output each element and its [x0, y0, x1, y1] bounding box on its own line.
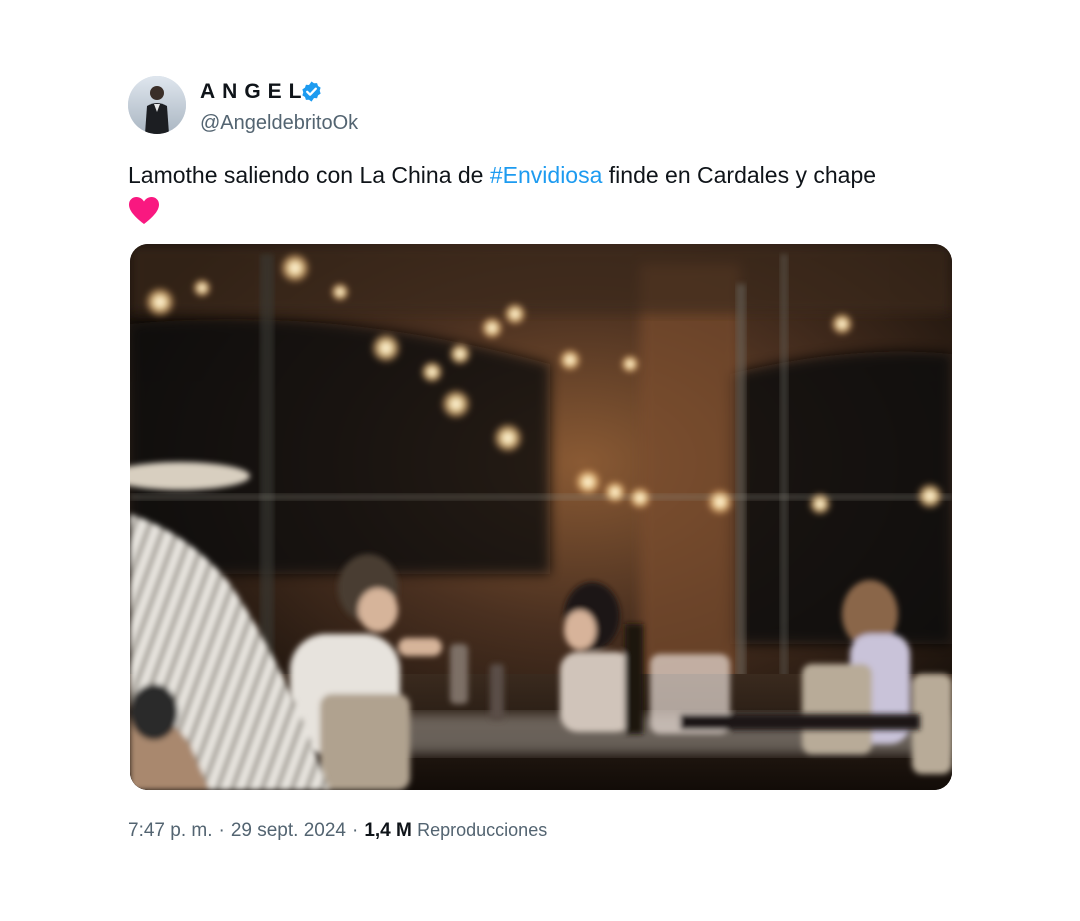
meta-separator: ·	[351, 820, 359, 841]
tweet-card: ANGEL @AngeldebritoOk Lamothe saliendo c…	[0, 0, 1080, 921]
restaurant-photo-image	[130, 244, 952, 790]
tweet-text-part: Lamothe saliendo con La China de	[128, 162, 490, 188]
author-display-name[interactable]: ANGEL	[200, 80, 309, 104]
avatar-image	[128, 76, 186, 134]
verified-badge-icon	[302, 81, 321, 102]
tweet-media-photo[interactable]	[130, 244, 952, 790]
views-label: Reproducciones	[417, 820, 548, 840]
tweet-date[interactable]: 29 sept. 2024	[231, 820, 346, 841]
hashtag-link[interactable]: #Envidiosa	[490, 162, 603, 188]
tweet-meta-footer: 7:47 p. m. · 29 sept. 2024 · 1,4 M Reproducc…	[128, 818, 547, 843]
meta-separator: ·	[218, 820, 225, 841]
tweet-text-part: finde en Cardales y chape	[602, 162, 877, 188]
author-handle[interactable]: @AngeldebritoOk	[200, 112, 358, 134]
author-avatar[interactable]	[128, 76, 186, 134]
views-count: 1,4 M	[364, 820, 412, 841]
tweet-time[interactable]: 7:47 p. m.	[128, 820, 213, 841]
tweet-text: Lamothe saliendo con La China de #Envidi…	[128, 160, 948, 190]
red-heart-icon	[129, 197, 159, 224]
